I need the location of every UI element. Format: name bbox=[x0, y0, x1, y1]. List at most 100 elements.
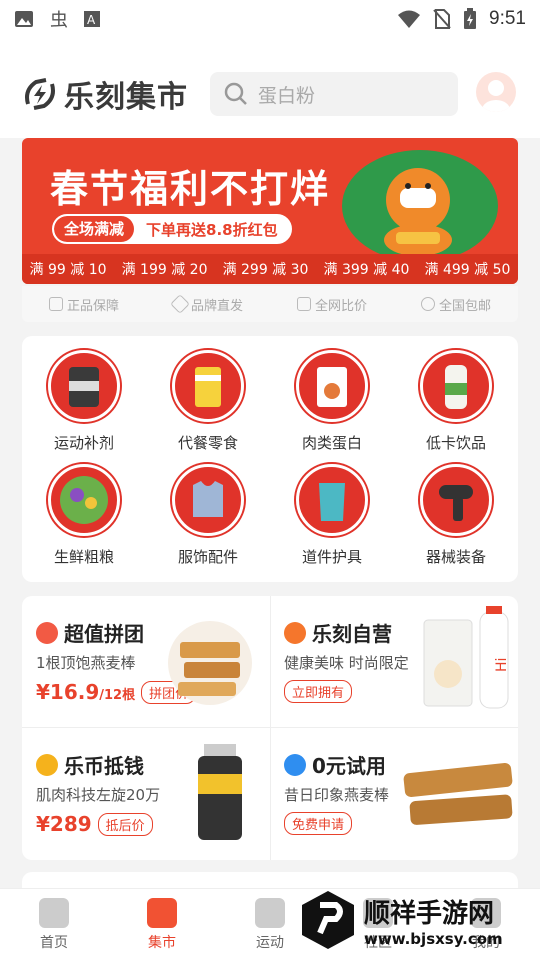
app-header: 乐刻集市 蛋白粉 bbox=[0, 38, 540, 138]
category-label: 器械装备 bbox=[425, 548, 486, 566]
category-grid: 运动补剂 代餐零食 肉类蛋白 低卡饮品 生鲜粗粮 服饰配件 道件护具 器械装备 bbox=[22, 336, 518, 582]
tab-home[interactable]: 首页 bbox=[0, 889, 108, 960]
font-app-icon: A bbox=[84, 11, 100, 27]
protector-icon bbox=[296, 464, 368, 536]
discount-tiers: 满 99 减 10 满 199 减 20 满 299 减 30 满 399 减 … bbox=[22, 254, 518, 284]
package-icon bbox=[420, 297, 435, 311]
oat-bar-image bbox=[403, 763, 513, 825]
status-bar: 虫 A 9:51 bbox=[0, 0, 540, 38]
promo-subtitle: 健康美味 时尚限定 bbox=[284, 654, 409, 672]
coin-icon bbox=[36, 753, 58, 776]
category-fresh-grains[interactable]: 生鲜粗粮 bbox=[39, 464, 129, 567]
tab-label: 运动 bbox=[256, 934, 284, 951]
category-label: 服饰配件 bbox=[177, 548, 238, 566]
banner-pill: 全场满减 下单再送8.8折红包 bbox=[52, 214, 292, 244]
guarantee-strip: 正品保障 品牌直发 全网比价 全国包邮 bbox=[22, 286, 518, 322]
search-input[interactable]: 蛋白粉 bbox=[210, 72, 458, 116]
apparel-icon bbox=[172, 464, 244, 536]
home-icon bbox=[39, 897, 69, 928]
tier: 满 399 减 40 bbox=[323, 262, 410, 278]
watermark-url: www.bjsxsy.com bbox=[364, 929, 503, 948]
category-meal-replacement[interactable]: 代餐零食 bbox=[163, 350, 253, 453]
promo-title: 乐刻自营 bbox=[312, 622, 392, 646]
guarantee-brand: 品牌直发 bbox=[170, 294, 243, 314]
category-equipment[interactable]: 器械装备 bbox=[411, 464, 501, 567]
category-label: 运动补剂 bbox=[53, 434, 114, 452]
guarantee-price: 全网比价 bbox=[296, 295, 367, 314]
category-label: 道件护具 bbox=[301, 548, 362, 566]
supplement-icon bbox=[48, 350, 120, 422]
banner-title: 春节福利不打烊 bbox=[50, 167, 331, 211]
promo-subtitle: 昔日印象燕麦棒 bbox=[284, 786, 390, 804]
l-carnitine-bottle-image bbox=[198, 744, 242, 840]
tier: 满 99 减 10 bbox=[29, 262, 107, 278]
meat-icon bbox=[296, 350, 368, 422]
tier: 满 199 减 20 bbox=[121, 262, 208, 278]
search-placeholder: 蛋白粉 bbox=[258, 84, 316, 107]
shoe-icon bbox=[255, 897, 285, 928]
promo-title: 0元试用 bbox=[312, 754, 386, 778]
banner-pill-right: 下单再送8.8折红包 bbox=[146, 220, 278, 239]
category-label: 肉类蛋白 bbox=[301, 434, 362, 452]
category-label: 低卡饮品 bbox=[425, 434, 486, 452]
wifi-icon bbox=[398, 10, 421, 28]
trial-icon bbox=[284, 753, 306, 776]
snack-icon bbox=[172, 350, 244, 422]
guarantee-label: 全国包邮 bbox=[438, 298, 491, 314]
promo-title: 乐币抵钱 bbox=[64, 754, 144, 778]
category-low-cal-drinks[interactable]: 低卡饮品 bbox=[411, 350, 501, 453]
promo-subtitle: 1根顶饱燕麦棒 bbox=[36, 654, 136, 672]
guarantee-label: 正品保障 bbox=[66, 298, 119, 314]
status-time: 9:51 bbox=[489, 8, 526, 29]
promo-tag: 抵后价 bbox=[97, 812, 153, 836]
svg-text:Hi: Hi bbox=[494, 658, 510, 672]
category-meat-protein[interactable]: 肉类蛋白 bbox=[287, 350, 377, 453]
tiger-illustration bbox=[342, 150, 498, 258]
lexi-logo-icon bbox=[25, 78, 55, 110]
tab-market[interactable]: 集市 bbox=[108, 889, 216, 960]
category-supplements[interactable]: 运动补剂 bbox=[39, 350, 129, 453]
category-gear-protectors[interactable]: 道件护具 bbox=[287, 464, 377, 567]
promo-tag: 免费申请 bbox=[284, 812, 353, 835]
tab-label: 首页 bbox=[40, 934, 68, 951]
promo-subtitle: 肌肉科技左旋20万 bbox=[36, 786, 161, 804]
image-icon bbox=[15, 11, 33, 27]
promo-group-buy[interactable]: 超值拼团 1根顶饱燕麦棒 ¥16.9/12根 拼团价 bbox=[22, 596, 270, 728]
tier: 满 299 减 30 bbox=[222, 262, 309, 278]
promo-free-trial[interactable]: 0元试用 昔日印象燕麦棒 免费申请 bbox=[270, 728, 518, 860]
tier: 满 499 减 50 bbox=[424, 262, 511, 278]
watermark-logo-icon bbox=[302, 891, 354, 949]
tab-label: 集市 bbox=[148, 934, 176, 951]
category-label: 生鲜粗粮 bbox=[53, 548, 114, 566]
svg-text:虫: 虫 bbox=[50, 10, 68, 29]
guarantee-label: 全网比价 bbox=[314, 298, 367, 314]
price-unit: /12根 bbox=[99, 688, 136, 703]
drink-icon bbox=[420, 350, 492, 422]
svg-text:A: A bbox=[87, 13, 96, 27]
diamond-icon bbox=[170, 294, 190, 314]
promo-self-operated[interactable]: 乐刻自营 健康美味 时尚限定 立即拥有 Hi bbox=[270, 596, 518, 728]
category-apparel[interactable]: 服饰配件 bbox=[163, 464, 253, 567]
banner-pill-left: 全场满减 bbox=[54, 216, 135, 242]
bar-chart-icon bbox=[296, 297, 311, 311]
guarantee-authentic: 正品保障 bbox=[48, 295, 119, 314]
promo-tag: 立即拥有 bbox=[284, 680, 353, 703]
guarantee-label: 品牌直发 bbox=[190, 298, 243, 314]
no-sim-icon bbox=[433, 9, 451, 29]
search-icon bbox=[224, 82, 247, 105]
avatar[interactable] bbox=[476, 72, 516, 112]
shopping-bag-icon bbox=[147, 897, 177, 928]
promo-banner[interactable]: 春节福利不打烊 全场满减 下单再送8.8折红包 满 99 减 10 满 199 … bbox=[22, 138, 518, 284]
battery-icon bbox=[464, 8, 477, 29]
promo-title: 超值拼团 bbox=[64, 622, 144, 646]
price-value: ¥16.9 bbox=[36, 680, 100, 704]
self-operated-icon bbox=[284, 621, 306, 644]
bug-app-icon: 虫 bbox=[50, 10, 68, 29]
guarantee-shipping: 全国包邮 bbox=[420, 295, 491, 314]
promo-coin-credit[interactable]: 乐币抵钱 肌肉科技左旋20万 ¥289 抵后价 bbox=[22, 728, 270, 860]
promo-price: ¥16.9/12根 bbox=[36, 680, 135, 704]
product-image: Hi bbox=[423, 606, 510, 709]
shield-icon bbox=[48, 297, 63, 311]
promo-price: ¥289 bbox=[36, 812, 92, 836]
category-label: 代餐零食 bbox=[177, 434, 238, 452]
